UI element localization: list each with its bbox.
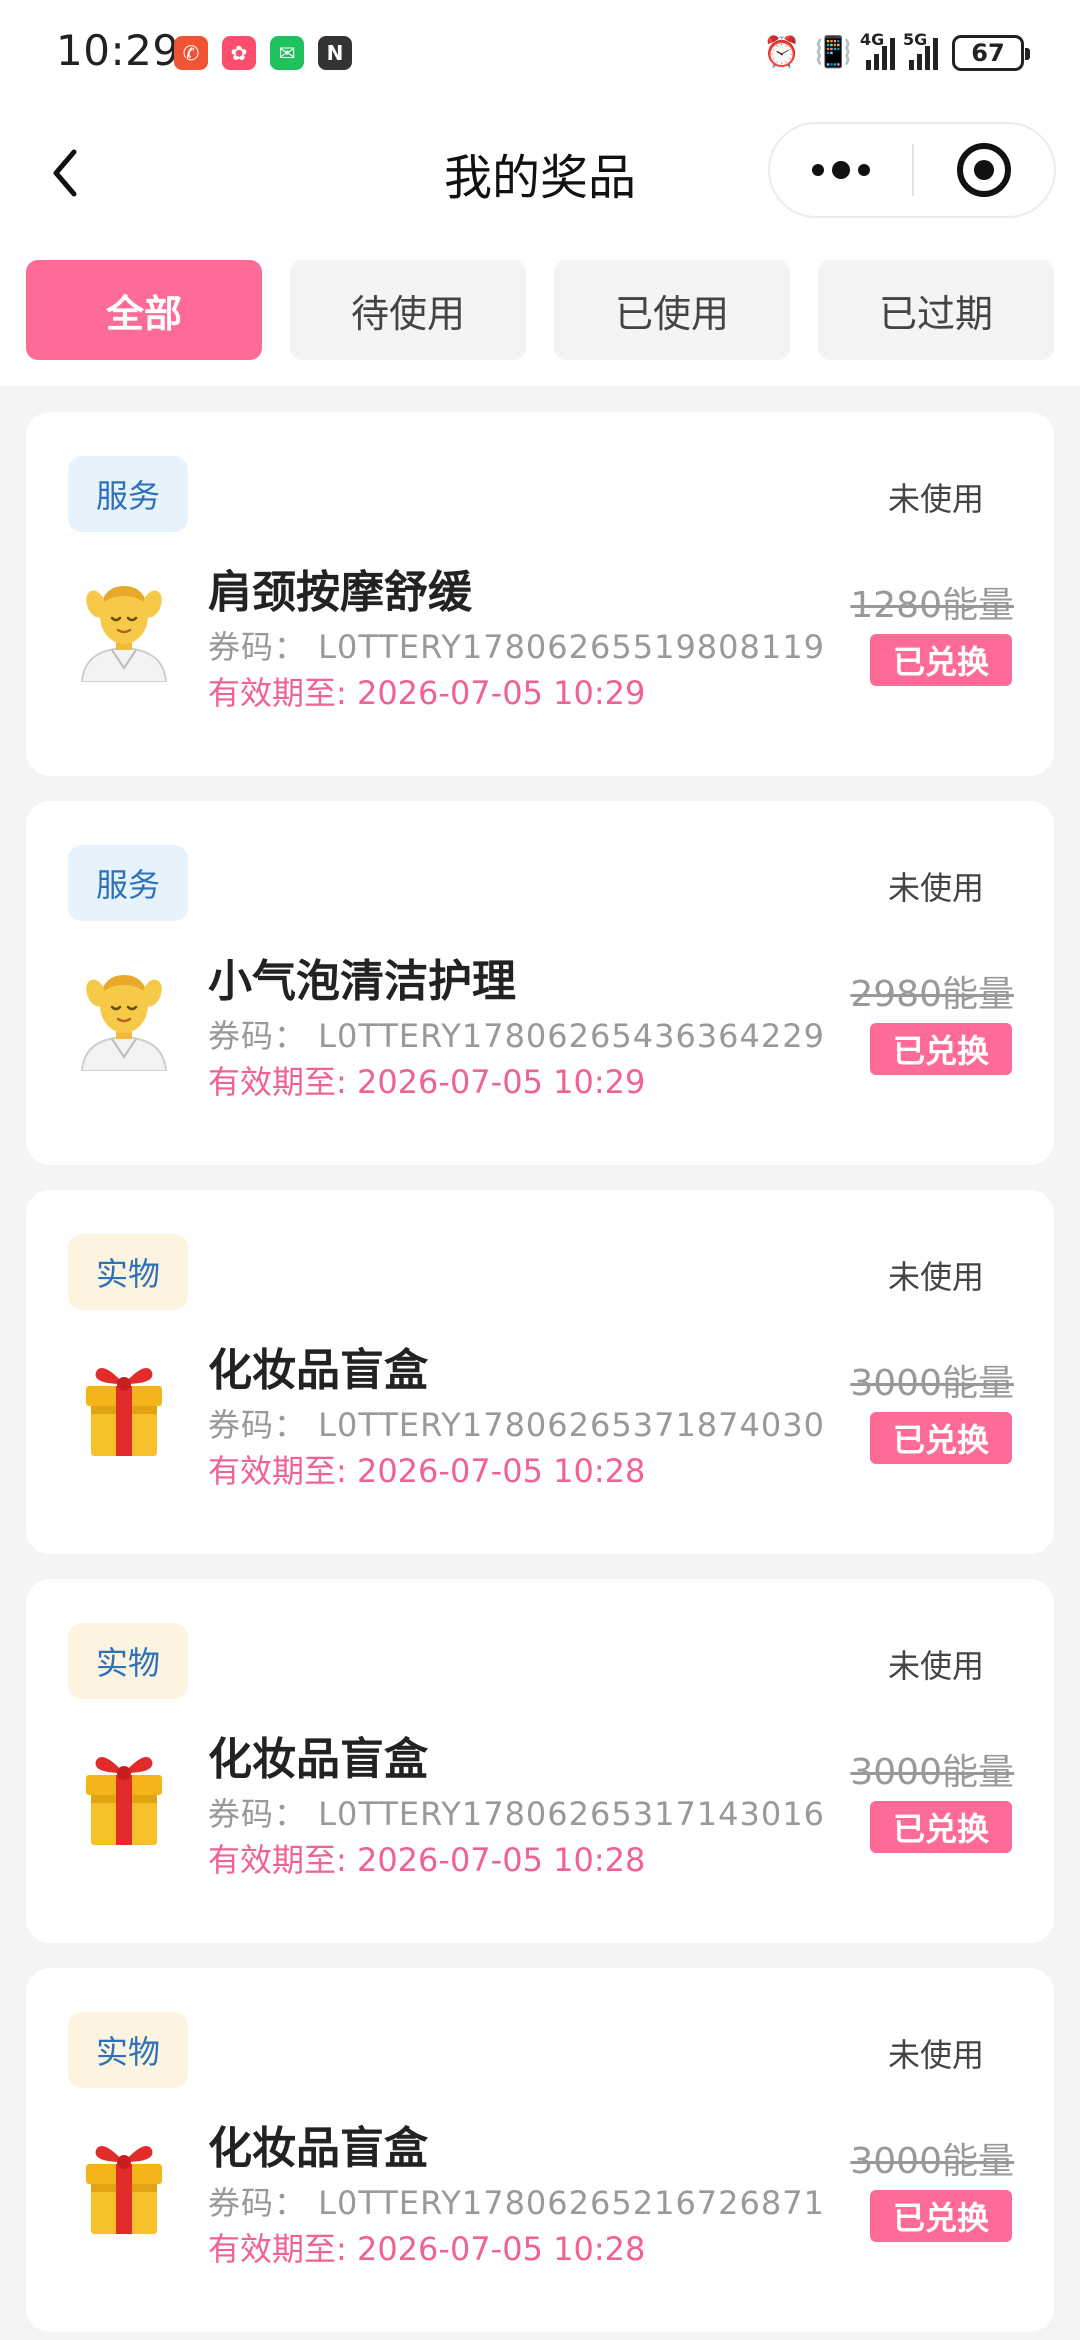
close-miniprogram-button[interactable] bbox=[914, 124, 1054, 216]
missed-call-icon: ✆ bbox=[174, 36, 208, 70]
massage-person-icon bbox=[74, 572, 174, 683]
app-badge-icon: ✿ bbox=[222, 36, 256, 70]
usage-status: 未使用 bbox=[887, 480, 984, 518]
prize-card[interactable]: 实物 未使用 化妆品盲盒 券码： L0TTERY1780626521672687… bbox=[26, 1968, 1054, 2332]
prize-name: 肩颈按摩舒缓 bbox=[208, 567, 472, 618]
redeemed-badge: 已兑换 bbox=[870, 2190, 1012, 2242]
redeemed-badge: 已兑换 bbox=[870, 634, 1012, 686]
redeemed-badge: 已兑换 bbox=[870, 1023, 1012, 1075]
prize-card[interactable]: 实物 未使用 化妆品盲盒 券码： L0TTERY1780626537187403… bbox=[26, 1190, 1054, 1554]
prize-expiry: 有效期至: 2026-07-05 10:28 bbox=[208, 1841, 646, 1879]
prize-code: 券码： L0TTERY17806265371874030 bbox=[208, 1406, 825, 1444]
prize-cost: 2980能量 bbox=[850, 974, 1014, 1015]
prize-expiry: 有效期至: 2026-07-05 10:28 bbox=[208, 2230, 646, 2268]
usage-status: 未使用 bbox=[887, 2036, 984, 2074]
prize-card[interactable]: 服务 未使用 肩颈按摩舒缓 券码： L0TTERY178062655198081… bbox=[26, 412, 1054, 776]
category-badge: 服务 bbox=[68, 456, 188, 532]
prize-code: 券码： L0TTERY17806265216726871 bbox=[208, 2184, 825, 2222]
prize-card[interactable]: 服务 未使用 小气泡清洁护理 券码： L0TTERY17806265436364… bbox=[26, 801, 1054, 1165]
prize-expiry: 有效期至: 2026-07-05 10:29 bbox=[208, 674, 646, 712]
filter-tabs: 全部 待使用 已使用 已过期 bbox=[0, 238, 1080, 386]
prize-code: 券码： L0TTERY17806265519808119 bbox=[208, 628, 825, 666]
prize-cost: 3000能量 bbox=[850, 1363, 1014, 1404]
signal-4g-icon: 4G bbox=[860, 30, 895, 70]
prize-name: 化妆品盲盒 bbox=[208, 2123, 428, 2174]
signal-5g-icon: 5G bbox=[903, 30, 938, 70]
gift-box-icon bbox=[74, 1739, 174, 1849]
prize-cost: 1280能量 bbox=[850, 585, 1014, 626]
gift-box-icon bbox=[74, 2128, 174, 2238]
nfc-icon: N bbox=[318, 36, 352, 70]
status-bar: 10:29 ✆ ✿ ✉ N ⏰ 📳 4G 5G 67 bbox=[0, 0, 1080, 108]
redeemed-badge: 已兑换 bbox=[870, 1412, 1012, 1464]
prize-code: 券码： L0TTERY17806265436364229 bbox=[208, 1017, 825, 1055]
prize-list: 服务 未使用 肩颈按摩舒缓 券码： L0TTERY178062655198081… bbox=[26, 412, 1054, 2340]
prize-expiry: 有效期至: 2026-07-05 10:28 bbox=[208, 1452, 646, 1490]
category-badge: 实物 bbox=[68, 1234, 188, 1310]
prize-name: 小气泡清洁护理 bbox=[208, 956, 516, 1007]
tab-expired[interactable]: 已过期 bbox=[818, 260, 1054, 360]
prize-expiry: 有效期至: 2026-07-05 10:29 bbox=[208, 1063, 646, 1101]
redeemed-badge: 已兑换 bbox=[870, 1801, 1012, 1853]
prize-cost: 3000能量 bbox=[850, 1752, 1014, 1793]
prize-card[interactable]: 实物 未使用 化妆品盲盒 券码： L0TTERY1780626531714301… bbox=[26, 1579, 1054, 1943]
status-time: 10:29 bbox=[56, 26, 180, 75]
battery-icon: 67 bbox=[952, 35, 1030, 71]
prize-name: 化妆品盲盒 bbox=[208, 1345, 428, 1396]
notification-icons: ✆ ✿ ✉ N bbox=[174, 36, 352, 70]
prize-name: 化妆品盲盒 bbox=[208, 1734, 428, 1785]
target-close-icon bbox=[957, 143, 1011, 197]
category-badge: 服务 bbox=[68, 845, 188, 921]
tab-used[interactable]: 已使用 bbox=[554, 260, 790, 360]
prize-cost: 3000能量 bbox=[850, 2141, 1014, 2182]
usage-status: 未使用 bbox=[887, 1258, 984, 1296]
alarm-icon: ⏰ bbox=[763, 35, 801, 70]
more-options-icon[interactable] bbox=[770, 124, 912, 216]
vibrate-icon: 📳 bbox=[814, 35, 852, 70]
tab-pending[interactable]: 待使用 bbox=[290, 260, 526, 360]
usage-status: 未使用 bbox=[887, 1647, 984, 1685]
system-status: ⏰ 📳 4G 5G 67 bbox=[763, 30, 1030, 76]
usage-status: 未使用 bbox=[887, 869, 984, 907]
massage-person-icon bbox=[74, 961, 174, 1072]
prize-code: 券码： L0TTERY17806265317143016 bbox=[208, 1795, 825, 1833]
tab-all[interactable]: 全部 bbox=[26, 260, 262, 360]
category-badge: 实物 bbox=[68, 1623, 188, 1699]
gift-box-icon bbox=[74, 1350, 174, 1460]
miniprogram-capsule bbox=[768, 122, 1056, 218]
navbar: 我的奖品 bbox=[0, 108, 1080, 238]
wechat-icon: ✉ bbox=[270, 36, 304, 70]
category-badge: 实物 bbox=[68, 2012, 188, 2088]
